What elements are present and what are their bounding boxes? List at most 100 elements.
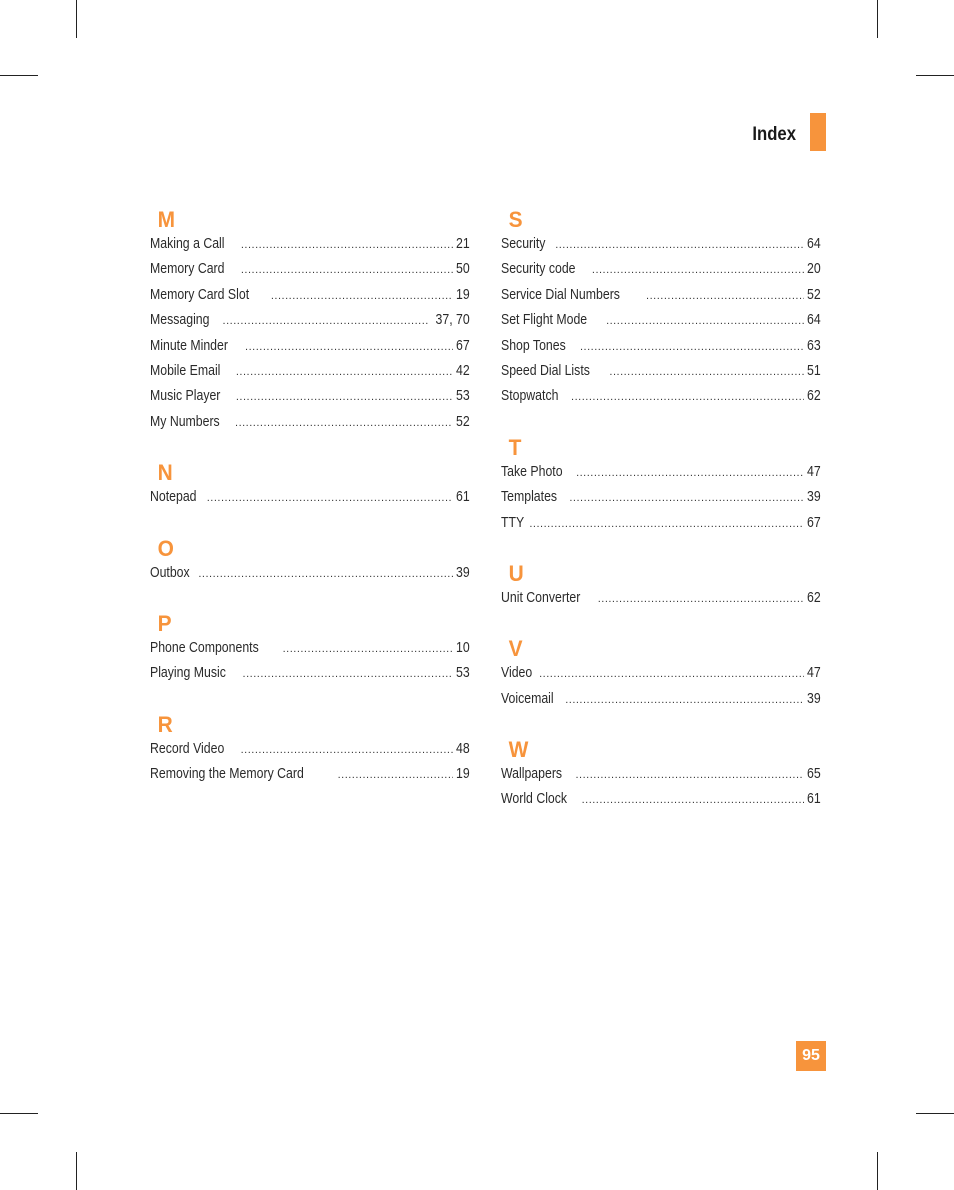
entry-page: 52 — [807, 285, 821, 303]
index-entry: Memory Card 50 — [150, 260, 470, 285]
dot-leader — [582, 794, 805, 806]
entry-name: Messaging — [150, 311, 210, 329]
index-entry: Speed Dial Lists 51 — [501, 362, 821, 387]
dot-leader — [243, 668, 454, 680]
entry-page: 63 — [807, 336, 821, 354]
entry-name: Minute Minder — [150, 336, 228, 354]
entry-name: Security code — [501, 260, 576, 278]
entry-name: Music Player — [150, 387, 221, 405]
section-letter: T — [508, 434, 522, 460]
entry-page: 21 — [456, 235, 470, 252]
entry-name: Shop Tones — [501, 336, 566, 354]
entry-name: Making a Call — [150, 235, 225, 252]
index-entry: Making a Call 21 — [150, 235, 470, 260]
index-section-t: T Take Photo 47 Templates 39 TTY 67 — [501, 433, 821, 539]
crop-mark — [877, 1152, 878, 1190]
dot-leader — [223, 315, 429, 327]
entry-page: 10 — [456, 638, 470, 656]
entry-name: Outbox — [150, 563, 190, 581]
entry-name: Templates — [501, 488, 558, 506]
dot-leader — [529, 518, 804, 530]
crop-mark — [76, 0, 77, 38]
entry-name: Service Dial Numbers — [501, 285, 620, 303]
dot-leader — [241, 264, 453, 276]
dot-leader — [271, 290, 453, 302]
entry-page: 51 — [807, 361, 821, 379]
section-letter: V — [508, 636, 523, 662]
crop-mark — [916, 75, 954, 76]
dot-leader — [207, 492, 454, 504]
dot-leader — [598, 593, 805, 605]
dot-leader — [575, 769, 804, 781]
dot-leader — [606, 315, 804, 327]
entry-page: 37, 70 — [435, 311, 470, 329]
entry-page: 52 — [456, 412, 470, 430]
entry-page: 39 — [456, 563, 470, 581]
entry-page: 19 — [456, 765, 470, 783]
index-section-u: U Unit Converter 62 — [501, 559, 821, 614]
dot-leader — [539, 668, 804, 680]
entry-name: Playing Music — [150, 664, 226, 682]
index-entry: Memory Card Slot 19 — [150, 286, 470, 311]
section-tab-marker — [810, 113, 826, 151]
entry-page: 53 — [456, 664, 470, 682]
index-column-right: S Security 64 Security code 20 Service Dial N… — [501, 205, 821, 836]
dot-leader — [565, 694, 804, 706]
entry-page: 39 — [807, 488, 821, 506]
index-entry: Security code 20 — [501, 260, 821, 285]
index-entry: TTY 67 — [501, 514, 821, 539]
entry-name: Security — [501, 235, 546, 252]
index-entry: Messaging 37, 70 — [150, 311, 470, 336]
entry-name: Speed Dial Lists — [501, 361, 590, 379]
entry-name: World Clock — [501, 790, 568, 808]
dot-leader — [241, 744, 454, 756]
crop-mark — [0, 75, 38, 76]
entry-page: 62 — [807, 387, 821, 405]
entry-page: 47 — [807, 664, 821, 682]
entry-name: Mobile Email — [150, 361, 221, 379]
entry-page: 65 — [807, 765, 821, 783]
entry-page: 19 — [456, 285, 470, 303]
index-section-m: MMaking a Call21Memory Card50Memory Card… — [150, 205, 470, 438]
entry-name: Unit Converter — [501, 588, 581, 606]
index-entry: Stopwatch 62 — [501, 387, 821, 412]
dot-leader — [236, 391, 453, 403]
dot-leader — [241, 239, 453, 251]
dot-leader — [235, 417, 453, 429]
index-entry: My Numbers 52 — [150, 413, 470, 438]
index-entry: Playing Music 53 — [150, 664, 470, 689]
index-entry: Shop Tones 63 — [501, 337, 821, 362]
entry-name: Phone Components — [150, 638, 259, 656]
entry-page: 47 — [807, 462, 821, 480]
index-entry: Removing the Memory Card 19 — [150, 765, 470, 790]
entry-name: Video — [501, 664, 533, 682]
index-entry: Unit Converter 62 — [501, 589, 821, 614]
index-entry: Wallpapers 65 — [501, 765, 821, 790]
dot-leader — [592, 264, 804, 276]
index-section-v: V Video 47 Voicemail 39 — [501, 634, 821, 715]
dot-leader — [198, 568, 453, 580]
dot-leader — [245, 341, 453, 353]
index-entry: Voicemail 39 — [501, 690, 821, 715]
entry-page: 53 — [456, 387, 470, 405]
entry-page: 64 — [807, 311, 821, 329]
dot-leader — [555, 239, 804, 251]
index-column-left: MMaking a Call21Memory Card50Memory Card… — [150, 205, 470, 810]
page-number: 95 — [796, 1041, 826, 1071]
dot-leader — [571, 391, 804, 403]
index-entry: Video 47 — [501, 664, 821, 689]
entry-page: 20 — [807, 260, 821, 278]
dot-leader — [646, 290, 804, 302]
dot-leader — [338, 769, 454, 781]
index-section-s: S Security 64 Security code 20 Service Dial N… — [501, 205, 821, 413]
crop-mark — [877, 0, 878, 38]
dot-leader — [283, 643, 454, 655]
section-letter: O — [157, 535, 174, 561]
page-title: Index — [752, 124, 796, 145]
index-entry: Service Dial Numbers 52 — [501, 286, 821, 311]
dot-leader — [609, 366, 804, 378]
crop-mark — [0, 1113, 38, 1114]
crop-mark — [916, 1113, 954, 1114]
entry-name: My Numbers — [150, 412, 220, 430]
dot-leader — [569, 492, 804, 504]
